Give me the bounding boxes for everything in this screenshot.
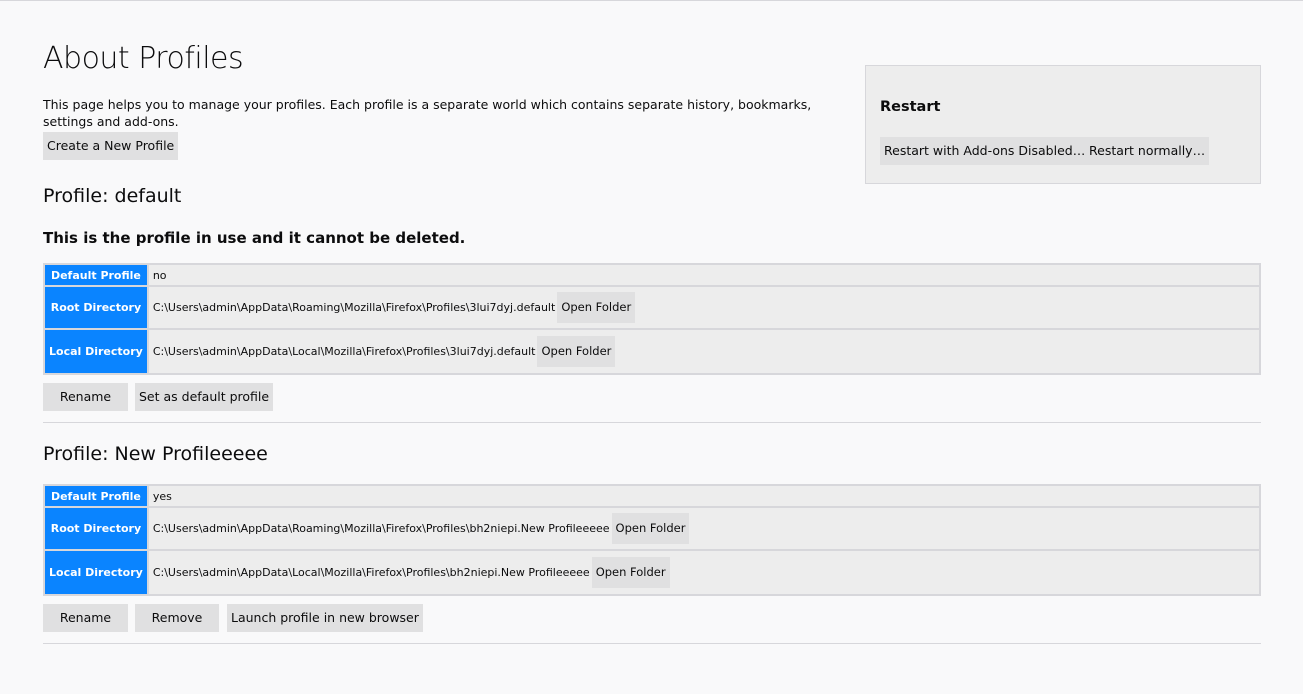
local-directory-cell: C:\Users\admin\AppData\Local\Mozilla\Fir… <box>146 551 1259 594</box>
open-folder-button[interactable]: Open Folder <box>591 557 670 588</box>
local-directory-label: Local Directory <box>45 330 147 373</box>
default-profile-label: Default Profile <box>45 265 147 287</box>
create-new-profile-button[interactable]: Create a New Profile <box>43 132 179 160</box>
restart-normally-button[interactable]: Restart normally… <box>1085 137 1210 165</box>
section-divider <box>43 643 1261 644</box>
table-row: Default Profile no <box>45 265 1259 287</box>
root-directory-cell: C:\Users\admin\AppData\Roaming\Mozilla\F… <box>146 287 1259 330</box>
local-directory-path: C:\Users\admin\AppData\Local\Mozilla\Fir… <box>152 566 590 579</box>
default-profile-label: Default Profile <box>45 486 147 508</box>
table-row: Root Directory C:\Users\admin\AppData\Ro… <box>45 508 1259 551</box>
table-row: Local Directory C:\Users\admin\AppData\L… <box>45 551 1259 594</box>
table-row: Local Directory C:\Users\admin\AppData\L… <box>45 330 1259 373</box>
rename-button[interactable]: Rename <box>43 383 128 411</box>
page-title: About Profiles <box>43 41 244 76</box>
root-directory-label: Root Directory <box>45 287 147 330</box>
restart-addons-disabled-button[interactable]: Restart with Add-ons Disabled… <box>880 137 1090 165</box>
launch-profile-button[interactable]: Launch profile in new browser <box>227 604 423 632</box>
profile-actions: Rename Remove Launch profile in new browse… <box>43 604 427 632</box>
rename-button[interactable]: Rename <box>43 604 128 632</box>
local-directory-label: Local Directory <box>45 551 147 594</box>
default-profile-value: no <box>146 265 1259 287</box>
open-folder-button[interactable]: Open Folder <box>611 513 690 544</box>
local-directory-path: C:\Users\admin\AppData\Local\Mozilla\Fir… <box>152 345 536 358</box>
section-divider <box>43 422 1261 423</box>
restart-heading: Restart <box>880 99 941 115</box>
root-directory-path: C:\Users\admin\AppData\Roaming\Mozilla\F… <box>152 301 556 314</box>
root-directory-path: C:\Users\admin\AppData\Roaming\Mozilla\F… <box>152 522 610 535</box>
table-row: Default Profile yes <box>45 486 1259 508</box>
remove-button[interactable]: Remove <box>135 604 219 632</box>
root-directory-label: Root Directory <box>45 508 147 551</box>
set-default-profile-button[interactable]: Set as default profile <box>135 383 274 411</box>
default-profile-value: yes <box>146 486 1259 508</box>
about-profiles-page: About Profiles This page helps you to ma… <box>0 0 1303 694</box>
local-directory-cell: C:\Users\admin\AppData\Local\Mozilla\Fir… <box>146 330 1259 373</box>
profile-actions: Rename Set as default profile <box>43 383 277 411</box>
profile-heading: Profile: default <box>43 185 182 207</box>
profile-info-table: Default Profile no Root Directory C:\Use… <box>43 263 1261 375</box>
profile-heading: Profile: New Profileeeee <box>43 443 268 465</box>
profile-in-use-note: This is the profile in use and it cannot… <box>43 229 466 247</box>
open-folder-button[interactable]: Open Folder <box>557 292 636 323</box>
profile-info-table: Default Profile yes Root Directory C:\Us… <box>43 484 1261 596</box>
restart-panel: Restart Restart with Add-ons Disabled… R… <box>865 65 1261 184</box>
intro-text: This page helps you to manage your profi… <box>43 97 812 129</box>
table-row: Root Directory C:\Users\admin\AppData\Ro… <box>45 287 1259 330</box>
root-directory-cell: C:\Users\admin\AppData\Roaming\Mozilla\F… <box>146 508 1259 551</box>
open-folder-button[interactable]: Open Folder <box>537 336 616 367</box>
